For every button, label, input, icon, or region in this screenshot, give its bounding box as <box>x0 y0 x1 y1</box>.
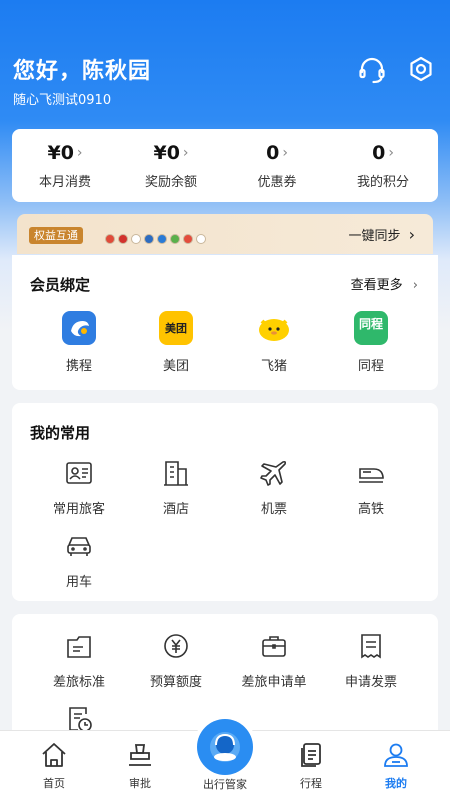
partner-logos <box>105 229 209 244</box>
airplane-icon <box>259 458 289 488</box>
partner-logo-icon <box>144 234 154 244</box>
budget-icon <box>161 631 191 661</box>
tab-butler-label: 出行管家 <box>203 778 247 791</box>
hotel-icon <box>161 458 191 488</box>
app-meituan[interactable]: 美团 美团 <box>136 311 216 374</box>
ctrip-logo-icon <box>62 311 96 345</box>
partner-logo-icon <box>118 234 128 244</box>
stat-points[interactable]: 0 › 我的积分 <box>330 129 436 202</box>
tool-item-travel-policy[interactable]: 差旅标准 <box>29 631 129 690</box>
headset-icon[interactable] <box>357 55 387 85</box>
item-label: 机票 <box>260 502 287 517</box>
stat-label: 奖励余额 <box>144 175 197 190</box>
common-item-car[interactable]: 用车 <box>29 531 129 590</box>
butler-button[interactable] <box>197 719 253 775</box>
chevron-right-icon: › <box>412 278 418 293</box>
car-icon <box>64 531 94 561</box>
meituan-logo-icon: 美团 <box>159 311 193 345</box>
home-icon <box>40 741 68 769</box>
common-item-travelers[interactable]: 常用旅客 <box>29 458 129 517</box>
stat-value: ¥0 <box>153 142 180 164</box>
tool-item-invoice[interactable]: 申请发票 <box>321 631 421 690</box>
stat-value: ¥0 <box>47 142 74 164</box>
stat-value: 0 <box>266 142 280 164</box>
chevron-right-icon: › <box>408 225 415 244</box>
logo-text: 同程 <box>358 317 383 331</box>
partner-logo-icon <box>131 234 141 244</box>
tool-item-budget[interactable]: 预算额度 <box>126 631 226 690</box>
item-label: 差旅标准 <box>52 675 105 690</box>
account-summary-card: ¥0 › 本月消费 ¥0 › 奖励余额 0 › 优惠券 0 › 我的积分 <box>12 129 438 202</box>
butler-icon <box>210 732 240 762</box>
item-label: 酒店 <box>162 502 189 517</box>
tab-label: 审批 <box>129 777 151 790</box>
app-label: 携程 <box>65 359 92 374</box>
itinerary-icon <box>297 741 325 769</box>
chevron-right-icon: › <box>388 145 394 161</box>
profile-icon <box>382 741 410 769</box>
common-item-hotel[interactable]: 酒店 <box>126 458 226 517</box>
stat-coupons[interactable]: 0 › 优惠券 <box>224 129 330 202</box>
approval-icon <box>126 741 154 769</box>
benefit-tag: 权益互通 <box>29 227 83 244</box>
traveler-card-icon <box>64 458 94 488</box>
item-label: 用车 <box>65 575 92 590</box>
tab-label: 行程 <box>300 777 322 790</box>
partner-logo-icon <box>157 234 167 244</box>
stat-label: 我的积分 <box>356 175 409 190</box>
fliggy-logo-icon <box>257 311 291 345</box>
partner-logo-icon <box>183 234 193 244</box>
section-title: 我的常用 <box>30 424 91 442</box>
partner-logo-icon <box>105 234 115 244</box>
stat-reward-balance[interactable]: ¥0 › 奖励余额 <box>118 129 224 202</box>
tab-label: 我的 <box>385 777 407 790</box>
chevron-right-icon: › <box>76 145 83 161</box>
stat-label: 本月消费 <box>38 175 91 190</box>
invoice-icon <box>356 631 386 661</box>
policy-icon <box>64 631 94 661</box>
common-item-flight[interactable]: 机票 <box>224 458 324 517</box>
train-icon <box>356 458 386 488</box>
tongcheng-logo-icon: 同程 <box>354 311 388 345</box>
my-common-card: 我的常用 常用旅客 酒店 机票 高铁 用车 <box>12 403 438 601</box>
item-label: 申请发票 <box>344 675 397 690</box>
stat-label: 优惠券 <box>257 175 297 190</box>
section-title: 会员绑定 <box>30 276 91 294</box>
app-label: 飞猪 <box>260 359 287 374</box>
app-label: 美团 <box>162 359 189 374</box>
user-greeting: 您好，陈秋园 <box>13 59 152 84</box>
view-more-label: 查看更多 <box>350 278 403 293</box>
chevron-right-icon: › <box>282 145 288 161</box>
tab-profile[interactable]: 我的 <box>361 741 431 791</box>
app-fliggy[interactable]: 飞猪 <box>234 311 314 374</box>
chevron-right-icon: › <box>182 145 189 161</box>
tab-label: 首页 <box>43 777 65 790</box>
tab-home[interactable]: 首页 <box>19 741 89 791</box>
tab-approval[interactable]: 审批 <box>105 741 175 791</box>
app-ctrip[interactable]: 携程 <box>39 311 119 374</box>
sync-label: 一键同步 <box>348 229 401 244</box>
briefcase-icon <box>259 631 289 661</box>
stat-value: 0 <box>372 142 386 164</box>
tab-itinerary[interactable]: 行程 <box>276 741 346 791</box>
stat-monthly-spend[interactable]: ¥0 › 本月消费 <box>12 129 118 202</box>
user-plan-name: 随心飞测试0910 <box>13 93 112 108</box>
sync-button[interactable]: 一键同步 › <box>348 225 415 244</box>
item-label: 预算额度 <box>149 675 202 690</box>
app-label: 同程 <box>357 359 384 374</box>
benefit-sync-bar[interactable]: 权益互通 一键同步 › <box>17 214 433 254</box>
tool-item-travel-request[interactable]: 差旅申请单 <box>224 631 324 690</box>
settings-gear-icon[interactable] <box>406 55 436 85</box>
more-dots-icon <box>196 234 206 244</box>
member-binding-card: 会员绑定 查看更多 › 携程 美团 美团 飞猪 同程 同程 <box>12 255 438 390</box>
app-tongcheng[interactable]: 同程 同程 <box>331 311 411 374</box>
item-label: 高铁 <box>357 502 384 517</box>
common-item-train[interactable]: 高铁 <box>321 458 421 517</box>
item-label: 差旅申请单 <box>241 675 307 690</box>
item-label: 常用旅客 <box>52 502 105 517</box>
partner-logo-icon <box>170 234 180 244</box>
view-more-link[interactable]: 查看更多 › <box>351 274 418 293</box>
